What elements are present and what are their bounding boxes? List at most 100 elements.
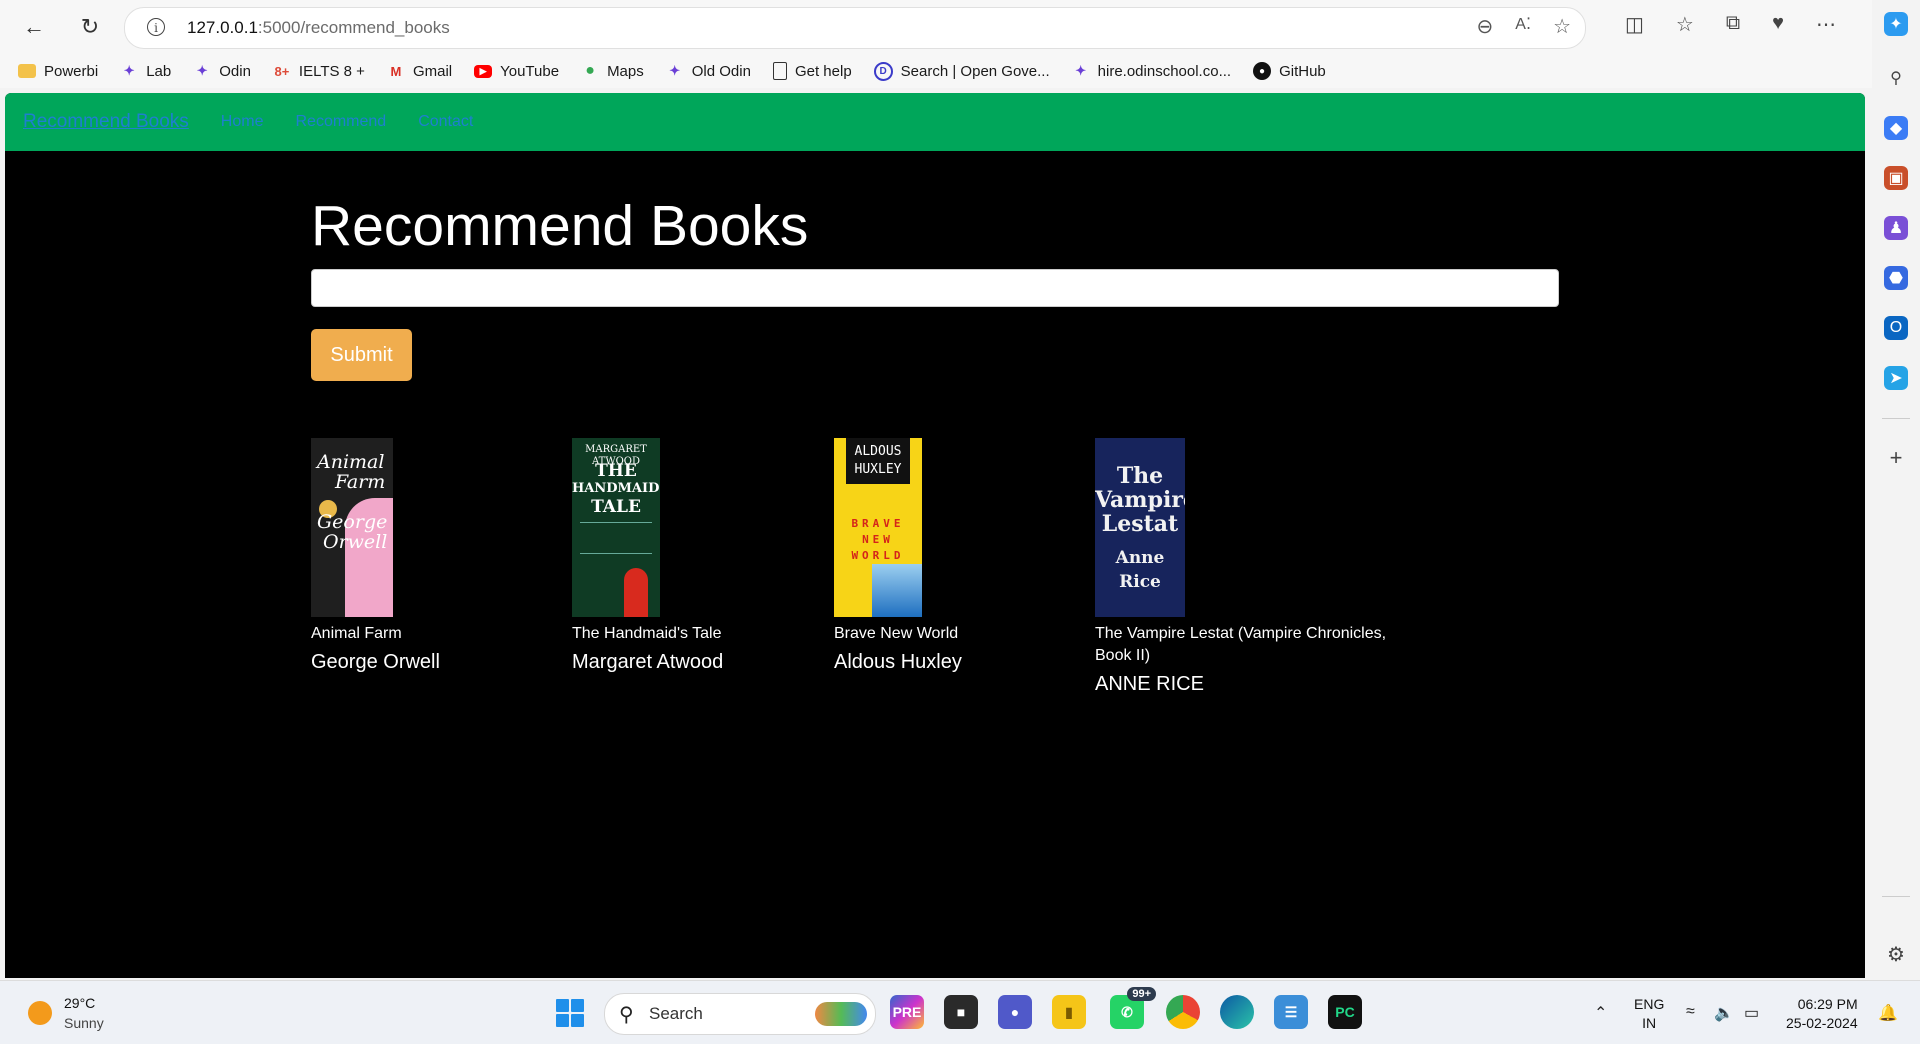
search-highlight-icon (815, 1002, 867, 1026)
google-plus-icon: 8+ (274, 63, 290, 79)
edge-browser-icon[interactable] (1220, 995, 1254, 1029)
document-icon (772, 62, 787, 80)
browser-toolbar: ← ↻ i 127.0.0.1:5000/recommend_books ⊖ A… (0, 0, 1872, 54)
favorites-icon[interactable]: ☆ (1676, 12, 1694, 37)
refresh-icon[interactable]: ↻ (74, 11, 106, 43)
battery-icon[interactable]: ▭ (1744, 1003, 1759, 1023)
edge-sidebar: ✦ ⚲ ◆ ▣ ♟ ⬣ O ➤ + ⚙ (1872, 0, 1920, 980)
book-cover-image: The Vampire Lestat Anne Rice (1095, 438, 1185, 617)
page-title: Recommend Books (311, 194, 809, 258)
open-gov-icon: D (873, 61, 893, 81)
weather-temperature[interactable]: 29°C (64, 995, 95, 1011)
favorite-star-icon[interactable]: ☆ (1553, 14, 1571, 39)
odin-bird-icon: ✦ (123, 63, 135, 78)
bookmark-youtube[interactable]: ▶ YouTube (474, 63, 559, 80)
whatsapp-icon[interactable]: ✆ 99+ (1110, 987, 1156, 1029)
book-search-input[interactable] (311, 269, 1559, 307)
bookmark-github[interactable]: ● GitHub (1253, 62, 1326, 80)
book-author: ANNE RICE (1095, 673, 1204, 695)
book-title: The Vampire Lestat (Vampire Chronicles, … (1095, 625, 1387, 664)
shopping-tag-icon[interactable]: ◆ (1884, 116, 1908, 140)
nav-link-recommend[interactable]: Recommend (295, 113, 386, 131)
games-icon[interactable]: ♟ (1884, 216, 1908, 240)
zoom-out-icon[interactable]: ⊖ (1477, 14, 1494, 39)
book-title: The Handmaid's Tale (572, 625, 722, 642)
file-explorer-dark-icon[interactable]: ■ (944, 995, 978, 1029)
outlook-icon[interactable]: O (1884, 316, 1908, 340)
tools-briefcase-icon[interactable]: ▣ (1884, 166, 1908, 190)
nav-link-home[interactable]: Home (221, 113, 264, 131)
read-aloud-icon[interactable]: A⁚ (1515, 14, 1531, 39)
book-cover-image: ALDOUS HUXLEY BRAVE NEW WORLD (834, 438, 922, 617)
browser-essentials-icon[interactable]: ♥ (1772, 12, 1784, 37)
bookmark-lab[interactable]: ✦ Lab (120, 62, 171, 80)
wifi-icon[interactable]: ≈ (1686, 1003, 1695, 1021)
notification-bell-icon[interactable]: 🔔 (1878, 1003, 1898, 1023)
more-options-icon[interactable]: ⋯ (1816, 12, 1836, 37)
volume-icon[interactable]: 🔈 (1714, 1003, 1734, 1023)
folder-icon (18, 64, 36, 78)
split-screen-icon[interactable]: ◫ (1625, 12, 1644, 37)
address-url[interactable]: 127.0.0.1:5000/recommend_books (187, 18, 450, 38)
taskbar-search[interactable]: ⚲ Search (604, 993, 876, 1035)
odin-bird-icon: ✦ (196, 63, 208, 78)
sidebar-divider (1882, 418, 1910, 419)
book-author: George Orwell (311, 651, 440, 673)
site-info-icon[interactable]: i (147, 18, 165, 36)
back-arrow-icon[interactable]: ← (18, 11, 50, 43)
book-title: Animal Farm (311, 625, 402, 642)
site-navbar: Recommend Books Home Recommend Contact (5, 93, 1865, 151)
teams-chat-icon[interactable]: ● (998, 995, 1032, 1029)
send-drop-icon[interactable]: ➤ (1884, 366, 1908, 390)
gmail-icon: M (390, 63, 402, 79)
book-cover-image: Animal Farm George Orwell (311, 438, 393, 617)
book-card: MARGARET ATWOOD THE HANDMAID'S TALE The … (572, 438, 872, 674)
sidebar-divider (1882, 896, 1910, 897)
language-indicator[interactable]: ENG IN (1634, 995, 1664, 1033)
submit-button[interactable]: Submit (311, 329, 412, 381)
notepad-icon[interactable]: ☰ (1274, 995, 1308, 1029)
microsoft-365-icon[interactable]: ⬣ (1884, 266, 1908, 290)
nav-brand[interactable]: Recommend Books (23, 111, 189, 133)
pycharm-icon[interactable]: PC (1328, 995, 1362, 1029)
weather-condition[interactable]: Sunny (64, 1015, 104, 1031)
bookmark-old-odin[interactable]: ✦ Old Odin (666, 62, 751, 80)
system-clock[interactable]: 06:29 PM 25-02-2024 (1786, 995, 1858, 1033)
book-title: Brave New World (834, 625, 959, 642)
weather-sun-icon[interactable] (28, 1001, 52, 1025)
bookmark-open-gov[interactable]: D Search | Open Gove... (873, 61, 1050, 81)
maps-pin-icon: ● (585, 62, 595, 79)
windows-start-icon[interactable] (556, 999, 584, 1027)
book-author: Margaret Atwood (572, 651, 724, 673)
book-card: Animal Farm George Orwell Animal Farm Ge… (311, 438, 611, 674)
search-icon: ⚲ (619, 1004, 634, 1026)
bookmark-ielts[interactable]: 8+ IELTS 8 + (273, 62, 365, 80)
bookmark-powerbi[interactable]: Powerbi (18, 63, 98, 80)
bookmark-hire-odinschool[interactable]: ✦ hire.odinschool.co... (1072, 62, 1231, 80)
odin-bird-icon: ✦ (669, 63, 681, 78)
collections-icon[interactable]: ⧉ (1726, 12, 1740, 37)
search-icon[interactable]: ⚲ (1884, 66, 1908, 90)
settings-gear-icon[interactable]: ⚙ (1884, 942, 1908, 966)
folder-explorer-icon[interactable]: ▮ (1052, 995, 1086, 1029)
book-author: Aldous Huxley (834, 651, 962, 673)
copilot-pre-icon[interactable]: PRE (890, 995, 924, 1029)
whatsapp-badge: 99+ (1127, 987, 1156, 1001)
bookmarks-bar: Powerbi ✦ Lab ✦ Odin 8+ IELTS 8 + M Gmai… (0, 54, 1872, 88)
bookmark-gmail[interactable]: M Gmail (387, 62, 453, 80)
show-hidden-icons-chevron-icon[interactable]: ⌃ (1594, 1003, 1607, 1023)
chrome-icon[interactable] (1166, 995, 1200, 1029)
address-bar[interactable]: i 127.0.0.1:5000/recommend_books ⊖ A⁚ ☆ (124, 7, 1586, 49)
copilot-icon[interactable]: ✦ (1884, 12, 1908, 36)
bookmark-get-help[interactable]: Get help (772, 62, 852, 80)
bookmark-odin[interactable]: ✦ Odin (193, 62, 251, 80)
add-plus-icon[interactable]: + (1884, 445, 1908, 470)
nav-link-contact[interactable]: Contact (418, 113, 473, 131)
book-card: The Vampire Lestat Anne Rice The Vampire… (1095, 438, 1395, 696)
windows-taskbar: 29°C Sunny ⚲ Search PRE ■ ● ▮ ✆ 99+ ☰ PC … (0, 980, 1920, 1044)
book-card: ALDOUS HUXLEY BRAVE NEW WORLD Brave New … (834, 438, 1134, 674)
bookmark-maps[interactable]: ● Maps (581, 62, 644, 80)
web-page: Recommend Books Home Recommend Contact R… (5, 93, 1865, 978)
book-cover-image: MARGARET ATWOOD THE HANDMAID'S TALE (572, 438, 660, 617)
odin-bird-icon: ✦ (1075, 63, 1087, 78)
